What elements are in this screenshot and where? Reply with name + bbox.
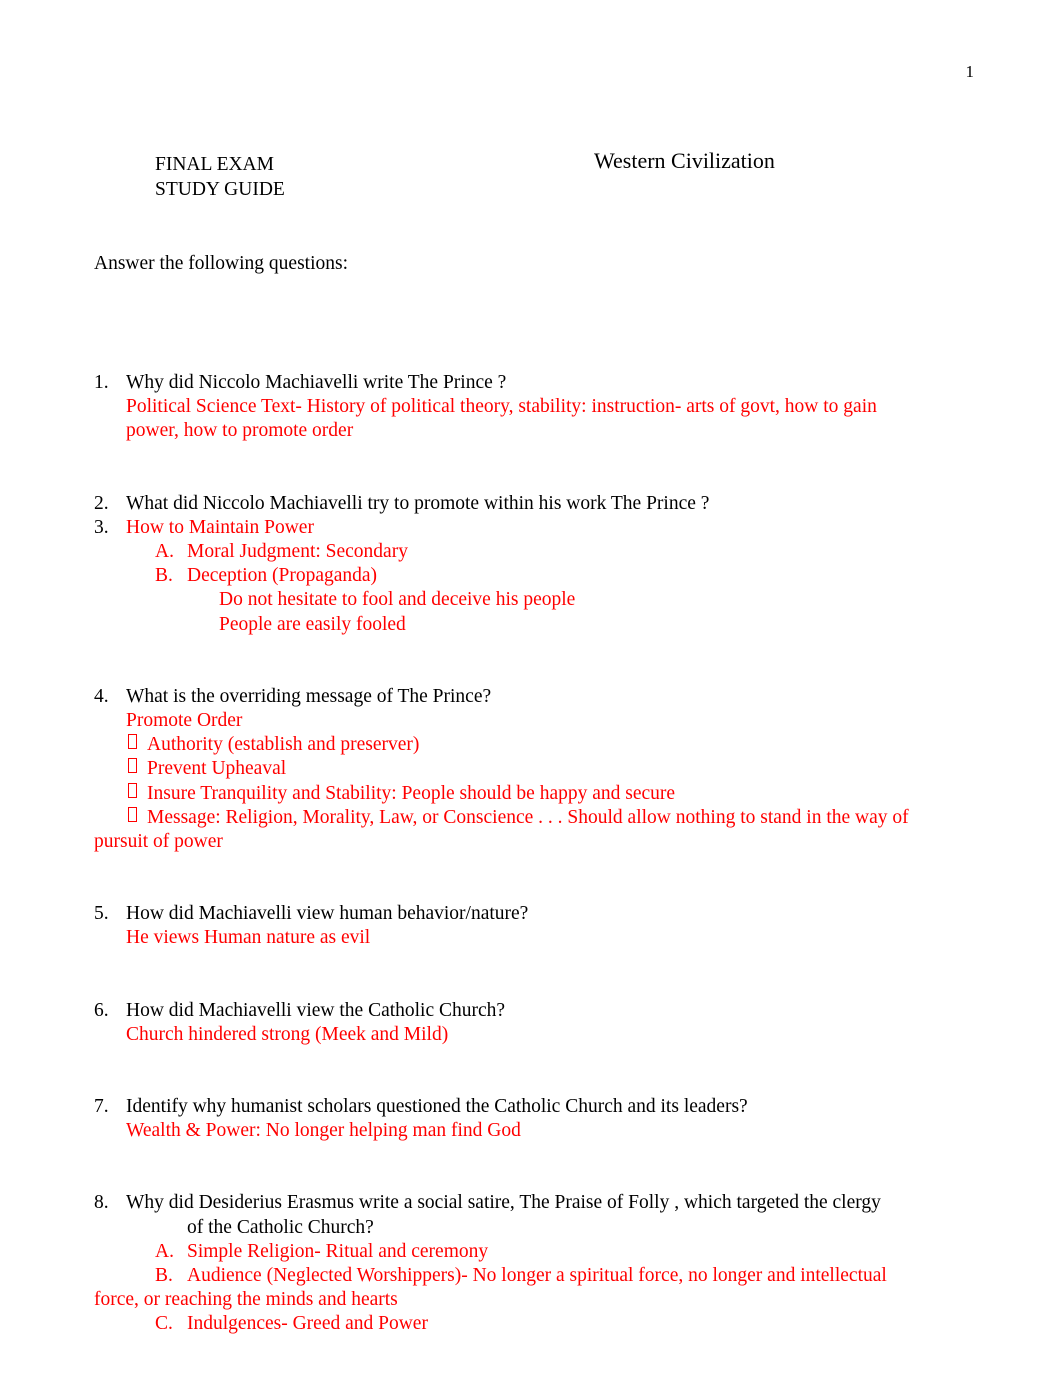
answer-heading: Promote Order bbox=[126, 710, 243, 732]
tofu-bullet-icon bbox=[128, 806, 137, 822]
question-item-1: 1. Why did Niccolo Machiavelli write The… bbox=[0, 371, 1062, 444]
sub-item-label: B. bbox=[155, 1265, 173, 1287]
sub-item-label: A. bbox=[155, 1240, 174, 1262]
sub-item-b: B. Deception (Propaganda) bbox=[0, 564, 1062, 588]
question-row: 7. Identify why humanist scholars questi… bbox=[0, 1095, 1062, 1119]
bullet-text: Message: Religion, Morality, Law, or Con… bbox=[147, 806, 909, 828]
page-number: 1 bbox=[965, 62, 975, 81]
sub-item-a: A. Simple Religion- Ritual and ceremony bbox=[0, 1240, 1062, 1264]
answer-heading: How to Maintain Power bbox=[126, 516, 314, 538]
header-final-exam: FINAL EXAM bbox=[155, 154, 274, 175]
question-row: 4. What is the overriding message of The… bbox=[0, 685, 1062, 709]
question-row: 2. What did Niccolo Machiavelli try to p… bbox=[0, 492, 1062, 516]
question-row: 3. How to Maintain Power bbox=[0, 516, 1062, 540]
question-number: 8. bbox=[94, 1192, 109, 1214]
question-number: 4. bbox=[94, 685, 109, 707]
answer-line: Church hindered strong (Meek and Mild) bbox=[126, 1023, 449, 1045]
question-number: 3. bbox=[94, 516, 109, 538]
sub-item-a: A. Moral Judgment: Secondary bbox=[0, 540, 1062, 564]
answer-line: power, how to promote order bbox=[126, 420, 354, 442]
sub-item-b: B. Audience (Neglected Worshippers)- No … bbox=[0, 1264, 1062, 1288]
sub-item-text: Deception (Propaganda) bbox=[187, 565, 378, 587]
question-number: 5. bbox=[94, 903, 109, 925]
sub-item-label: A. bbox=[155, 541, 174, 563]
bullet-item: Authority (establish and preserver) bbox=[0, 733, 1062, 757]
sub-item-text: Audience (Neglected Worshippers)- No lon… bbox=[187, 1265, 887, 1287]
question-number: 7. bbox=[94, 1096, 109, 1118]
question-row: 1. Why did Niccolo Machiavelli write The… bbox=[0, 371, 1062, 395]
question-text: Why did Niccolo Machiavelli write The Pr… bbox=[126, 372, 507, 393]
question-number: 2. bbox=[94, 492, 109, 514]
tofu-bullet-icon bbox=[128, 782, 137, 798]
question-text: How did Machiavelli view human behavior/… bbox=[126, 903, 529, 925]
tofu-bullet-icon bbox=[128, 758, 137, 774]
tofu-bullet-icon bbox=[128, 734, 137, 750]
sub-item-text: Moral Judgment: Secondary bbox=[187, 541, 408, 563]
answer-line: Political Science Text- History of polit… bbox=[126, 396, 877, 418]
question-text: Identify why humanist scholars questione… bbox=[126, 1096, 748, 1118]
question-number: 6. bbox=[94, 999, 109, 1021]
question-row: 8. Why did Desiderius Erasmus write a so… bbox=[0, 1191, 1062, 1215]
question-item-8: 8. Why did Desiderius Erasmus write a so… bbox=[0, 1191, 1062, 1336]
question-text: What is the overriding message of The Pr… bbox=[126, 685, 492, 707]
question-text: Why did Desiderius Erasmus write a socia… bbox=[126, 1192, 881, 1214]
question-text: What did Niccolo Machiavelli try to prom… bbox=[126, 492, 710, 514]
question-number: 1. bbox=[94, 372, 109, 393]
question-item-2: 2. What did Niccolo Machiavelli try to p… bbox=[0, 492, 1062, 516]
sub-item-text: Indulgences- Greed and Power bbox=[187, 1313, 428, 1335]
document-page: 1 FINAL EXAM STUDY GUIDE Western Civiliz… bbox=[0, 0, 1062, 1377]
detail-line: People are easily fooled bbox=[219, 613, 406, 635]
question-text: How did Machiavelli view the Catholic Ch… bbox=[126, 999, 506, 1021]
header-left-block: FINAL EXAM STUDY GUIDE bbox=[155, 152, 285, 202]
page-title: Western Civilization bbox=[594, 148, 775, 173]
bullet-text: Authority (establish and preserver) bbox=[147, 734, 420, 756]
question-item-4: 4. What is the overriding message of The… bbox=[0, 685, 1062, 854]
question-text-continued: of the Catholic Church? bbox=[187, 1216, 374, 1238]
answer-line: He views Human nature as evil bbox=[126, 927, 371, 949]
bullet-text: Insure Tranquility and Stability: People… bbox=[147, 782, 676, 804]
header-study-guide: STUDY GUIDE bbox=[155, 179, 285, 200]
question-row: 5. How did Machiavelli view human behavi… bbox=[0, 902, 1062, 926]
question-item-5: 5. How did Machiavelli view human behavi… bbox=[0, 902, 1062, 950]
bullet-text: Prevent Upheaval bbox=[147, 758, 287, 780]
sub-item-label: B. bbox=[155, 565, 173, 587]
question-wrap-row: of the Catholic Church? bbox=[0, 1216, 1062, 1240]
bullet-wrap-line: pursuit of power bbox=[94, 831, 223, 853]
question-row: 6. How did Machiavelli view the Catholic… bbox=[0, 999, 1062, 1023]
answer-line: Wealth & Power: No longer helping man fi… bbox=[126, 1120, 521, 1142]
question-item-7: 7. Identify why humanist scholars questi… bbox=[0, 1095, 1062, 1143]
questions-body: 1. Why did Niccolo Machiavelli write The… bbox=[0, 371, 1062, 1337]
intro-instruction: Answer the following questions: bbox=[94, 253, 349, 274]
bullet-item: Insure Tranquility and Stability: People… bbox=[0, 782, 1062, 806]
bullet-item: Prevent Upheaval bbox=[0, 757, 1062, 781]
question-item-6: 6. How did Machiavelli view the Catholic… bbox=[0, 999, 1062, 1047]
sub-item-c: C. Indulgences- Greed and Power bbox=[0, 1312, 1062, 1336]
bullet-item: Message: Religion, Morality, Law, or Con… bbox=[0, 806, 1062, 830]
question-item-3: 3. How to Maintain Power A. Moral Judgme… bbox=[0, 516, 1062, 637]
sub-item-wrap-line: force, or reaching the minds and hearts bbox=[94, 1289, 398, 1311]
detail-line: Do not hesitate to fool and deceive his … bbox=[219, 589, 576, 611]
sub-item-label: C. bbox=[155, 1313, 173, 1335]
sub-item-text: Simple Religion- Ritual and ceremony bbox=[187, 1240, 489, 1262]
